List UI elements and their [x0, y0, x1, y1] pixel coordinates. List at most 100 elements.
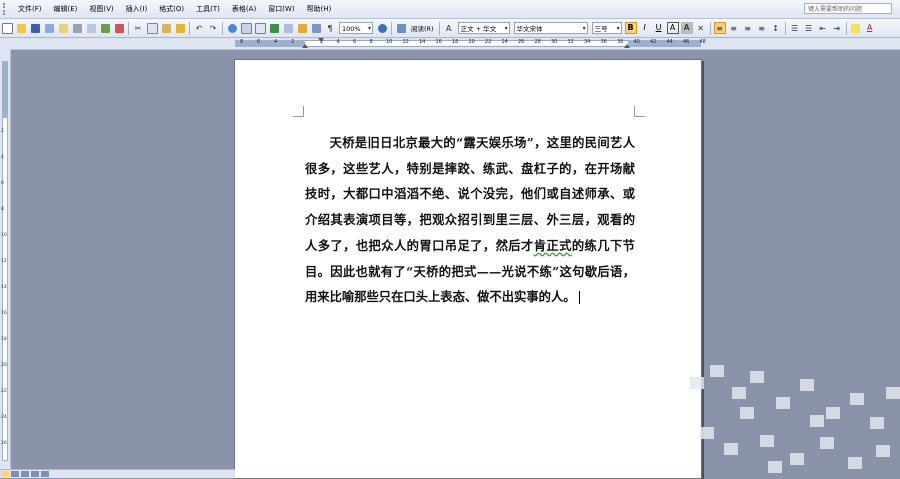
print-preview-icon[interactable] [85, 22, 97, 34]
ruler-tick-label: 14 [419, 39, 426, 45]
vertical-ruler[interactable]: 2 4 6 8 10 12 14 16 18 20 22 24 26 [0, 49, 11, 469]
bullets-icon[interactable]: ☰ [803, 22, 815, 34]
zoom-combo[interactable]: 100% [339, 22, 373, 34]
styles-icon[interactable]: A [443, 22, 455, 34]
open-folder-icon[interactable] [15, 22, 27, 34]
horizontal-ruler[interactable]: 8 6 4 2 2 4 6 8 10 12 14 16 18 20 22 24 26 28 30 32 34 36 38 40… [0, 38, 900, 50]
new-document-icon[interactable] [1, 22, 13, 34]
highlight-icon[interactable] [850, 22, 862, 34]
normal-view-icon[interactable] [1, 471, 9, 477]
permission-icon[interactable] [43, 22, 55, 34]
show-hide-icon[interactable]: ¶ [324, 22, 336, 34]
print-icon[interactable] [71, 22, 83, 34]
help-search-input[interactable]: 键入需要帮助的问题 [804, 3, 892, 14]
outline-view-icon[interactable] [31, 471, 39, 477]
menu-view[interactable]: 视图(V) [83, 0, 119, 18]
email-icon[interactable] [57, 22, 69, 34]
drawing-icon[interactable] [296, 22, 308, 34]
font-combo[interactable]: 华文宋体 [513, 22, 588, 34]
style-combo[interactable]: 正文 + 华文 [457, 22, 510, 34]
read-icon[interactable] [395, 22, 407, 34]
pixel-block [800, 379, 814, 391]
ruler-tick-label: 26 [518, 39, 525, 45]
menu-table[interactable]: 表格(A) [226, 0, 262, 18]
menu-edit[interactable]: 编辑(E) [48, 0, 84, 18]
ruler-tick-label: 8 [369, 39, 373, 45]
line-spacing-icon[interactable]: ↕ [770, 22, 782, 34]
distributed-icon[interactable]: ≡ [756, 22, 768, 34]
right-indent-marker[interactable] [624, 44, 630, 48]
character-shading-button[interactable]: A [680, 22, 693, 34]
menu-tools[interactable]: 工具(T) [190, 0, 226, 18]
copy-icon[interactable] [146, 22, 158, 34]
pixel-block [776, 397, 790, 409]
document-body[interactable]: 天桥是旧日北京最大的“露天娱乐场”，这里的民间艺人很多，这些艺人，特别是摔跤、练… [305, 130, 635, 310]
document-page[interactable]: 天桥是旧日北京最大的“露天娱乐场”，这里的民间艺人很多，这些艺人，特别是摔跤、练… [234, 59, 702, 479]
pixel-block [810, 415, 824, 427]
ruler-tick-label: 2 [291, 39, 295, 45]
menu-format[interactable]: 格式(O) [153, 0, 190, 18]
character-border-button[interactable]: A [666, 22, 679, 34]
ruler-tick-label: 44 [666, 39, 673, 45]
pixel-block [690, 377, 704, 389]
spelling-icon[interactable] [99, 22, 111, 34]
ruler-tick-label: 6 [353, 39, 357, 45]
menu-grip[interactable] [3, 3, 9, 15]
help-icon[interactable] [376, 22, 388, 34]
toolbar-separator [128, 21, 129, 35]
insert-table-icon[interactable] [254, 22, 266, 34]
insert-excel-icon[interactable] [268, 22, 280, 34]
vertical-ruler-tick-label: 20 [1, 363, 7, 368]
redo-icon[interactable]: ↷ [207, 22, 219, 34]
reading-view-icon[interactable] [41, 471, 49, 477]
menu-window[interactable]: 窗口(W) [262, 0, 300, 18]
undo-icon[interactable]: ↶ [193, 22, 205, 34]
document-map-icon[interactable] [310, 22, 322, 34]
ruler-left-margin [235, 40, 305, 47]
toolbar-separator [438, 21, 440, 35]
italic-button[interactable]: I [639, 22, 651, 34]
vertical-ruler-tick-label: 24 [1, 415, 7, 420]
underline-button[interactable]: U [653, 22, 665, 34]
format-painter-icon[interactable] [174, 22, 186, 34]
first-line-indent-marker[interactable] [318, 38, 324, 42]
ruler-tick-label: 46 [683, 39, 690, 45]
decrease-indent-icon[interactable]: ⇤ [817, 22, 829, 34]
print-view-icon[interactable] [21, 471, 29, 477]
menu-bar: 文件(F) 编辑(E) 视图(V) 插入(I) 格式(O) 工具(T) 表格(A… [0, 0, 900, 19]
character-scale-icon[interactable]: ✕ [695, 22, 707, 34]
menu-file[interactable]: 文件(F) [12, 0, 48, 18]
paste-icon[interactable] [160, 22, 172, 34]
read-button[interactable]: 阅读(R) [408, 23, 437, 33]
crop-mark-top-left [293, 106, 304, 117]
toolbar: ✂ ↶ ↷ ¶ 100% 阅读(R) A 正文 + 华文 华文宋体 三号 B I… [0, 19, 900, 38]
research-icon[interactable] [113, 22, 125, 34]
pixel-block [768, 461, 782, 473]
save-icon[interactable] [29, 22, 41, 34]
ruler-tick-label: 22 [485, 39, 492, 45]
ruler-tick-label: 12 [402, 39, 409, 45]
font-color-button[interactable]: A [864, 22, 876, 34]
hyperlink-icon[interactable] [226, 22, 238, 34]
numbering-icon[interactable]: ☰ [789, 22, 801, 34]
left-indent-marker[interactable] [302, 44, 308, 48]
align-justify-icon[interactable]: ≡ [713, 22, 726, 34]
align-right-icon[interactable]: ≡ [742, 22, 754, 34]
menu-insert[interactable]: 插入(I) [120, 0, 154, 18]
vertical-ruler-tick-label: 14 [1, 285, 7, 290]
ruler-tick-label: 48 [699, 39, 706, 45]
pixel-block [870, 417, 884, 429]
columns-icon[interactable] [282, 22, 294, 34]
web-view-icon[interactable] [11, 471, 19, 477]
increase-indent-icon[interactable]: ⇥ [831, 22, 843, 34]
align-center-icon[interactable]: ≡ [728, 22, 740, 34]
font-size-combo[interactable]: 三号 [591, 22, 622, 34]
pixel-block [790, 453, 804, 465]
pixel-block [848, 457, 862, 469]
tables-borders-icon[interactable] [240, 22, 252, 34]
bold-button[interactable]: B [624, 22, 637, 34]
menu-help[interactable]: 帮助(H) [301, 0, 338, 18]
pixel-block [724, 443, 738, 455]
cut-icon[interactable]: ✂ [132, 22, 144, 34]
vertical-ruler-tick-label: 2 [1, 129, 4, 134]
